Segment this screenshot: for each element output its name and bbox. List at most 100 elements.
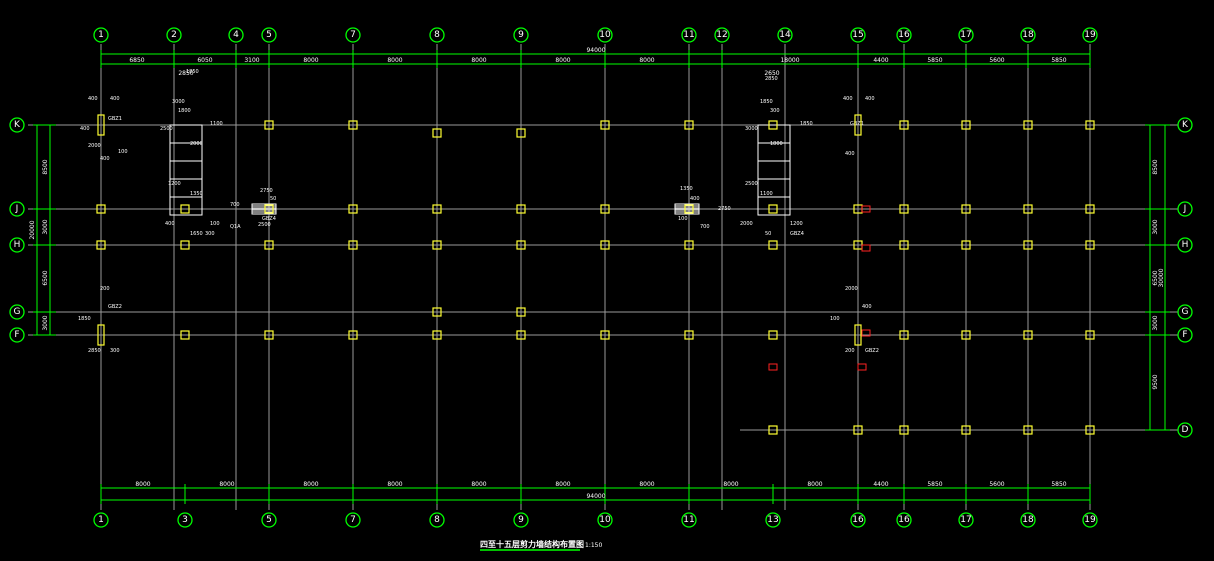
core-label: GBZ2	[865, 348, 879, 354]
bottom-dim-value: 5600	[989, 481, 1004, 488]
axis-label-right: G	[1182, 307, 1189, 317]
left-dim-value: 8500	[42, 159, 49, 174]
axis-label-top: 2	[171, 30, 177, 40]
bottom-dim-value: 8000	[387, 481, 402, 488]
right-total-value: 30000	[1158, 268, 1165, 287]
axis-label-top: 8	[434, 30, 440, 40]
core-label: 400	[88, 96, 98, 102]
right-dim-value: 8500	[1152, 159, 1159, 174]
axis-label-bottom: 10	[599, 515, 611, 525]
core-label: 700	[230, 202, 240, 208]
axis-label-bottom: 7	[350, 515, 356, 525]
core-label: 1850	[760, 99, 773, 105]
core-label: Q1A	[230, 224, 241, 230]
core-label: 2750	[718, 206, 731, 212]
axis-label-left: J	[15, 204, 19, 214]
core-label: 400	[845, 151, 855, 157]
dimension-lines: 6850 6050 3100 8000 8000 8000 8000 8000 18000 440…	[29, 47, 1170, 504]
axis-label-bottom: 18	[1022, 515, 1034, 525]
core-label: 2000	[190, 141, 203, 147]
drawing-title-block: 四至十五层剪力墙结构布置图 1:150	[480, 539, 602, 551]
core-label: 3000	[745, 126, 758, 132]
core-label: 1850	[78, 316, 91, 322]
axis-label-top: 4	[233, 30, 239, 40]
core-label: 400	[843, 96, 853, 102]
axis-label-bottom: 8	[434, 515, 440, 525]
core-label: 400	[110, 96, 120, 102]
axis-label-bottom: 11	[683, 515, 694, 525]
core-label: GBZ1	[108, 116, 122, 122]
core-label: 100	[210, 221, 220, 227]
left-dim-value: 6500	[42, 270, 49, 285]
core-label: 2750	[260, 188, 273, 194]
core-label: 2500	[745, 181, 758, 187]
core-label: 1800	[178, 108, 191, 114]
core-label: 2000	[740, 221, 753, 227]
axis-label-bottom: 19	[1084, 515, 1096, 525]
top-dim-value: 6050	[197, 57, 212, 64]
core-label: 300	[205, 231, 215, 237]
axis-label-left: F	[14, 330, 19, 340]
core-label: 1800	[770, 141, 783, 147]
core-label: GBZ4	[790, 231, 804, 237]
column-marker-red	[861, 244, 871, 252]
core-label: 100	[678, 216, 688, 222]
top-total-value: 94000	[586, 47, 605, 54]
bottom-dim-value: 8000	[471, 481, 486, 488]
bottom-dim-value: 8000	[555, 481, 570, 488]
bottom-dim-value: 8000	[807, 481, 822, 488]
core-label: 100	[118, 149, 128, 155]
core-label: 1350	[190, 191, 203, 197]
drawing-title: 四至十五层剪力墙结构布置图	[480, 539, 584, 549]
core-label: 3000	[172, 99, 185, 105]
core-label: 400	[862, 304, 872, 310]
columns	[96, 114, 1095, 435]
bottom-dim-value: 8000	[723, 481, 738, 488]
core-label: 400	[100, 156, 110, 162]
left-dim-value: 3000	[42, 219, 49, 234]
axis-label-bottom: 1	[98, 515, 104, 525]
core-label: 2500	[258, 222, 271, 228]
axis-label-right: D	[1182, 425, 1189, 435]
core-label: GBZ2	[108, 304, 122, 310]
core-label: 1200	[168, 181, 181, 187]
left-total-value: 20000	[29, 220, 36, 239]
top-dim-value: 8000	[303, 57, 318, 64]
grid-axes	[28, 44, 1180, 510]
bottom-dim-value: 8000	[135, 481, 150, 488]
core-label: 200	[100, 286, 110, 292]
bottom-dim-value: 8000	[639, 481, 654, 488]
top-dim-value: 8000	[387, 57, 402, 64]
structural-plan-drawing: 6850 6050 3100 8000 8000 8000 8000 8000 18000 440…	[9, 27, 1193, 551]
core-label: 1100	[210, 121, 223, 127]
top-dim-value: 5600	[989, 57, 1004, 64]
bottom-total-value: 94000	[586, 493, 605, 500]
axis-label-top: 16	[898, 30, 910, 40]
axis-label-top: 7	[350, 30, 356, 40]
top-dim-value: 4400	[873, 57, 888, 64]
core-label: 200	[845, 348, 855, 354]
axis-label-top: 18	[1022, 30, 1034, 40]
core-label: 2850	[765, 76, 778, 82]
core-label: 700	[700, 224, 710, 230]
axis-label-bottom: 17	[960, 515, 971, 525]
core-label: 50	[765, 231, 771, 237]
axis-label-top: 5	[266, 30, 272, 40]
core-label: 400	[165, 221, 175, 227]
column-marker-red	[857, 363, 867, 371]
axis-label-bottom: 5	[266, 515, 272, 525]
axis-label-bottom: 9	[518, 515, 524, 525]
core-label: GBZ1	[850, 121, 864, 127]
axis-label-top: 12	[716, 30, 727, 40]
axis-label-top: 9	[518, 30, 524, 40]
core-label: 1100	[760, 191, 773, 197]
axis-label-top: 17	[960, 30, 971, 40]
core-label: 300	[770, 108, 780, 114]
axis-label-bottom: 3	[182, 515, 188, 525]
core-label: 1350	[680, 186, 693, 192]
axis-label-right: F	[1182, 330, 1187, 340]
bottom-dim-value: 5850	[927, 481, 942, 488]
core-label: 2500	[160, 126, 173, 132]
axis-label-top: 14	[779, 30, 791, 40]
bottom-dim-value: 8000	[219, 481, 234, 488]
